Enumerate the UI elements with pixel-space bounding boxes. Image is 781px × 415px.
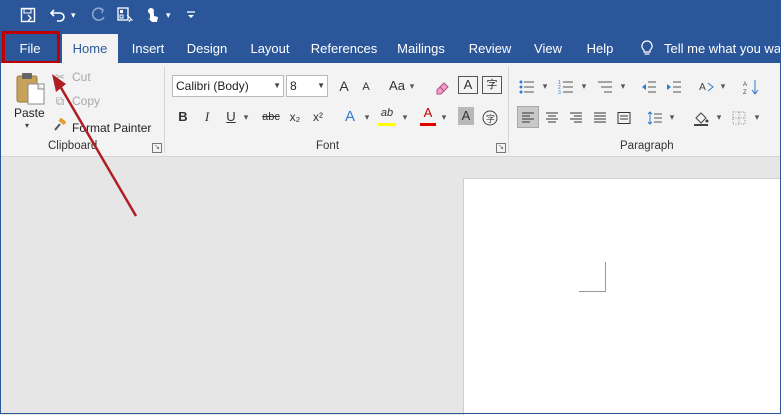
window-border [0, 0, 781, 414]
